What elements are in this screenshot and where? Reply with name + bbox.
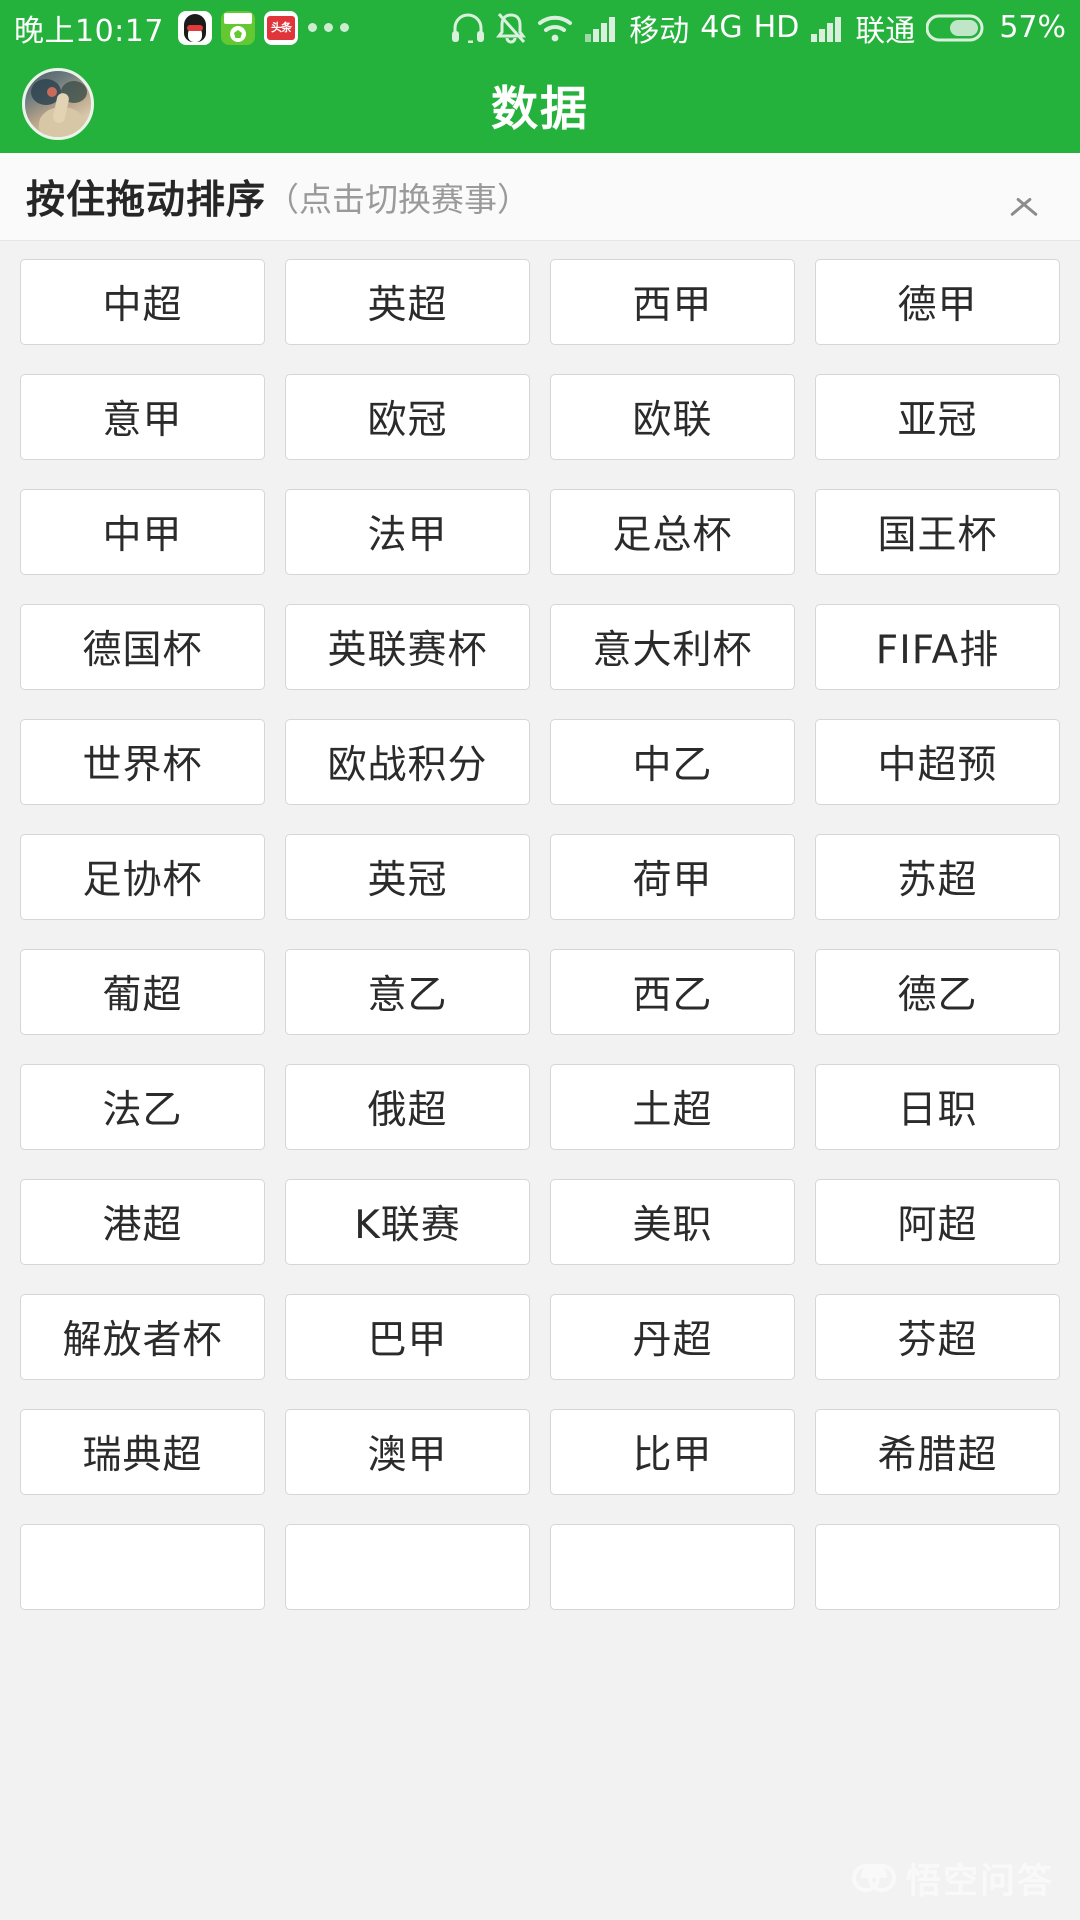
headset-icon: [451, 13, 485, 43]
silent-bell-icon: [496, 12, 527, 44]
sort-hint-label: 按住拖动排序: [26, 177, 267, 223]
competition-chip[interactable]: 中甲: [20, 489, 265, 575]
competition-chip[interactable]: [20, 1524, 265, 1610]
competition-chip[interactable]: 苏超: [815, 834, 1060, 920]
competition-chip[interactable]: 比甲: [550, 1409, 795, 1495]
competition-chip[interactable]: 英联赛杯: [285, 604, 530, 690]
competition-chip[interactable]: 瑞典超: [20, 1409, 265, 1495]
signal-icon-2: [810, 14, 844, 42]
competition-chip[interactable]: 欧战积分: [285, 719, 530, 805]
chevron-up-icon: [1006, 179, 1042, 215]
competition-chip[interactable]: K联赛: [285, 1179, 530, 1265]
competition-chip[interactable]: 中超: [20, 259, 265, 345]
toutiao-icon: 头条: [263, 10, 298, 45]
competition-chip[interactable]: 英冠: [285, 834, 530, 920]
hd-label: HD: [753, 10, 800, 45]
switch-competition-hint: （点击切换赛事）: [266, 179, 531, 219]
competition-chip[interactable]: 意甲: [20, 374, 265, 460]
status-bar-right: 移动 4G HD 联通 57%: [451, 6, 1066, 50]
competition-chip[interactable]: 欧冠: [285, 374, 530, 460]
competition-chip[interactable]: 俄超: [285, 1064, 530, 1150]
competition-chip[interactable]: 希腊超: [815, 1409, 1060, 1495]
competition-chip[interactable]: 意乙: [285, 949, 530, 1035]
competition-chip[interactable]: 巴甲: [285, 1294, 530, 1380]
competition-chip[interactable]: 中超预: [815, 719, 1060, 805]
page-title: 数据: [491, 81, 589, 137]
sort-section-header[interactable]: 按住拖动排序 （点击切换赛事）: [0, 153, 1080, 241]
carrier-1-label: 移动: [629, 13, 690, 49]
competition-chip[interactable]: 亚冠: [815, 374, 1060, 460]
competition-chip[interactable]: 阿超: [815, 1179, 1060, 1265]
competition-chip[interactable]: [550, 1524, 795, 1610]
competition-grid: 中超 英超 西甲 德甲 意甲 欧冠 欧联 亚冠 中甲 法甲 足总杯 国王杯 德国…: [20, 259, 1060, 1610]
competition-chip[interactable]: 足协杯: [20, 834, 265, 920]
competition-chip[interactable]: 德国杯: [20, 604, 265, 690]
avatar[interactable]: [22, 68, 94, 140]
competition-chip[interactable]: 解放者杯: [20, 1294, 265, 1380]
competition-chip[interactable]: 足总杯: [550, 489, 795, 575]
competition-chip[interactable]: 芬超: [815, 1294, 1060, 1380]
competition-chip[interactable]: 日职: [815, 1064, 1060, 1150]
competition-chip[interactable]: 法乙: [20, 1064, 265, 1150]
competition-chip[interactable]: 土超: [550, 1064, 795, 1150]
competition-chip[interactable]: 德乙: [815, 949, 1060, 1035]
competition-chip[interactable]: [815, 1524, 1060, 1610]
competition-chip[interactable]: 中乙: [550, 719, 795, 805]
overflow-dots-icon: [307, 23, 349, 32]
qq-icon: [177, 10, 212, 45]
competition-chip[interactable]: 西甲: [550, 259, 795, 345]
competition-chip[interactable]: [285, 1524, 530, 1610]
competition-chip[interactable]: 美职: [550, 1179, 795, 1265]
competition-chip[interactable]: 葡超: [20, 949, 265, 1035]
competition-chip[interactable]: 意大利杯: [550, 604, 795, 690]
status-bar: 晚上10:17 头条 移动 4G HD 联通 57%: [0, 0, 1080, 55]
carrier-2-label: 联通: [855, 13, 916, 49]
network-type-label: 4G: [700, 10, 743, 45]
phone-screen: 晚上10:17 头条 移动 4G HD 联通 57% 数据 按住拖动排序 （点击…: [0, 0, 1080, 1920]
competition-grid-scroll[interactable]: 中超 英超 西甲 德甲 意甲 欧冠 欧联 亚冠 中甲 法甲 足总杯 国王杯 德国…: [0, 241, 1080, 1920]
battery-percent-label: 57%: [999, 10, 1066, 45]
competition-chip[interactable]: 港超: [20, 1179, 265, 1265]
wifi-icon: [537, 14, 573, 42]
competition-chip[interactable]: 西乙: [550, 949, 795, 1035]
competition-chip[interactable]: 澳甲: [285, 1409, 530, 1495]
collapse-toggle-button[interactable]: [994, 167, 1054, 227]
competition-chip[interactable]: 英超: [285, 259, 530, 345]
competition-chip[interactable]: 国王杯: [815, 489, 1060, 575]
football-app-icon: [220, 10, 255, 45]
title-bar: 数据: [0, 55, 1080, 153]
competition-chip[interactable]: 欧联: [550, 374, 795, 460]
competition-chip[interactable]: 世界杯: [20, 719, 265, 805]
competition-chip[interactable]: 荷甲: [550, 834, 795, 920]
signal-icon-1: [584, 14, 618, 42]
status-bar-time: 晚上10:17: [14, 13, 164, 49]
status-bar-app-icons: 头条: [177, 10, 298, 45]
battery-icon: [926, 13, 988, 43]
competition-chip[interactable]: 德甲: [815, 259, 1060, 345]
competition-chip[interactable]: FIFA排: [815, 604, 1060, 690]
competition-chip[interactable]: 丹超: [550, 1294, 795, 1380]
competition-chip[interactable]: 法甲: [285, 489, 530, 575]
